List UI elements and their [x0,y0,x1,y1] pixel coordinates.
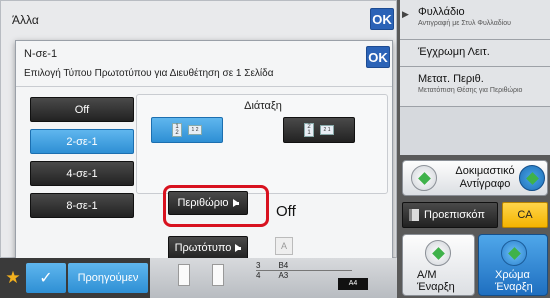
n-option-off[interactable]: Off [30,97,134,122]
booklet-sub: Αντιγραφή με Στυλ Φυλλαδίου [418,20,511,27]
tray-row: 3 B4 [256,261,352,271]
layout-option-1[interactable]: 12 1 2 [151,117,223,143]
original-button[interactable]: Πρωτότυπο [168,236,248,260]
start-diamond-icon [417,171,431,185]
start-diamond-icon [431,246,445,260]
back-ok-button[interactable]: OK [370,8,394,30]
margin-shift-title: Μετατ. Περιθ. [418,73,484,85]
bw-start-label: A/M Έναρξη [417,269,455,293]
color-start-button[interactable]: Χρώμα Έναρξη [478,234,548,296]
dialog-divider [16,86,392,87]
dialog-subtitle: Επιλογή Τύπου Πρωτοτύπου για Διευθέτηση … [24,68,274,79]
check-button[interactable]: ✓ [26,263,66,293]
tray-status-area: 3 B4 4 A3 A4 [150,258,397,298]
border-value: Off [276,203,296,220]
landscape-page-icon: 1 2 [188,125,202,135]
color-start-icon[interactable] [519,165,545,191]
star-icon[interactable]: ★ [4,265,22,291]
arrow-right-icon [235,244,242,252]
trial-copy-button[interactable]: Δοκιμαστικό Αντίγραφο [402,160,548,196]
booklet-title: Φυλλάδιο [418,6,465,18]
preview-label: Προεπισκόπ [424,209,485,221]
n-in-1-dialog: N-σε-1 Επιλογή Τύπου Πρωτοτύπου για Διευ… [15,40,393,260]
start-diamond-icon [507,246,521,260]
color-mode-item[interactable]: Έγχρωμη Λειτ. [400,40,550,67]
color-start-icon [501,240,527,266]
border-button-highlight [163,185,269,227]
trial-copy-label: Δοκιμαστικό Αντίγραφο [455,165,515,190]
check-icon: ✓ [39,270,53,287]
landscape-page-icon: 2 1 [320,125,334,135]
color-mode-title: Έγχρωμη Λειτ. [418,46,490,58]
margin-shift-sub: Μετατόπιση Θέσης για Περιθώριο [418,87,523,94]
n-option-4-in-1[interactable]: 4-σε-1 [30,161,134,186]
paper-icon [212,264,224,286]
bw-start-icon [425,240,451,266]
back-panel-title: Άλλα [12,13,39,27]
n-option-8-in-1[interactable]: 8-σε-1 [30,193,134,218]
portrait-page-icon: 21 [304,123,314,137]
n-option-2-in-1[interactable]: 2-σε-1 [30,129,134,154]
bw-start-button[interactable]: A/M Έναρξη [402,234,475,296]
previous-button[interactable]: Προηγούμεν [68,263,148,293]
a-chip: A [275,237,293,255]
dialog-ok-button[interactable]: OK [366,46,390,68]
ca-button[interactable]: CA [502,202,548,228]
layout-option-2[interactable]: 21 2 1 [283,117,355,143]
portrait-page-icon: 12 [172,123,182,137]
start-diamond-icon [525,171,539,185]
layout-label: Διάταξη [244,100,282,112]
original-button-label: Πρωτότυπο [174,242,232,254]
color-start-label: Χρώμα Έναρξη [495,269,533,293]
layout-group: Διάταξη 12 1 2 21 2 1 [136,94,388,194]
play-icon: ▶ [402,9,409,19]
dialog-title: N-σε-1 [24,48,58,60]
preview-icon [409,209,419,221]
paper-icon [178,264,190,286]
preview-button[interactable]: Προεπισκόπ [402,202,498,228]
tray-extra: A4 [338,278,368,290]
booklet-item[interactable]: Φυλλάδιο Αντιγραφή με Στυλ Φυλλαδίου [400,0,550,40]
trial-copy-icon [411,165,437,191]
right-panel-spacer [400,107,550,155]
margin-shift-item[interactable]: Μετατ. Περιθ. Μετατόπιση Θέσης για Περιθ… [400,67,550,107]
